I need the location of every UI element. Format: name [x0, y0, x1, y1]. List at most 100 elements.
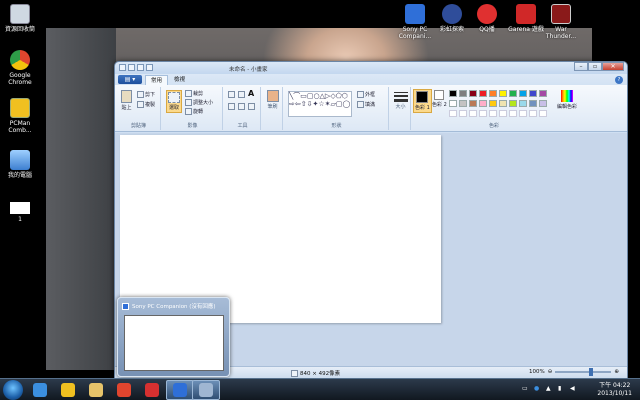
desktop-icon-qq-player[interactable]: QQ播 — [467, 4, 507, 33]
desktop-icon-garena[interactable]: Garena 遊戲 — [506, 4, 546, 33]
palette-swatch[interactable] — [459, 90, 467, 97]
palette-swatch[interactable] — [479, 90, 487, 97]
eraser-icon[interactable] — [228, 103, 235, 110]
taskbar-button[interactable] — [110, 380, 138, 400]
taskbar-thumbnail-preview[interactable]: Sony PC Companion (沒有回應) — [117, 297, 230, 377]
show-hidden-icons-icon[interactable]: ▲ — [546, 385, 551, 392]
copy-icon — [137, 101, 144, 108]
crop-icon — [185, 90, 192, 97]
palette-swatch[interactable] — [499, 90, 507, 97]
resize-button[interactable]: 調整大小 — [185, 99, 213, 106]
custom-color-slot[interactable] — [469, 110, 477, 117]
taskbar-button[interactable] — [192, 380, 220, 400]
desktop-icon-file[interactable]: 1 — [0, 202, 40, 223]
crop-button[interactable]: 裁剪 — [185, 90, 203, 97]
pencil-icon[interactable] — [228, 91, 235, 98]
palette-swatch[interactable] — [489, 90, 497, 97]
fill-icon[interactable] — [238, 91, 245, 98]
zoom-out-button[interactable]: ⊖ — [548, 369, 553, 375]
edit-colors-button[interactable]: 編輯色彩 — [557, 90, 577, 110]
tab-home[interactable]: 常用 — [145, 75, 169, 85]
title-bar[interactable]: 未命名 - 小畫家 – ▫ ✕ — [115, 62, 627, 74]
desktop-icon-sony[interactable]: Sony PC Compani... — [395, 4, 435, 40]
custom-color-slot[interactable] — [539, 110, 547, 117]
palette-swatch[interactable] — [519, 90, 527, 97]
taskbar-button[interactable] — [166, 380, 194, 400]
custom-color-slot[interactable] — [529, 110, 537, 117]
desktop-icon-recycle-bin[interactable]: 資源回收筒 — [0, 4, 40, 33]
zoom-slider-knob[interactable] — [589, 368, 594, 376]
palette-swatch[interactable] — [529, 100, 537, 107]
custom-color-slot[interactable] — [509, 110, 517, 117]
palette-swatch[interactable] — [449, 100, 457, 107]
desktop-icon-my-computer[interactable]: 我的電腦 — [0, 150, 40, 179]
fill-button[interactable]: 填滿 — [357, 101, 375, 108]
text-icon[interactable]: A — [248, 89, 254, 98]
desktop-icon-search-app[interactable]: 彩虹探索 — [432, 4, 472, 33]
tools-group: A 工具 — [225, 87, 261, 130]
maximize-button[interactable]: ▫ — [588, 62, 602, 71]
zoom-slider[interactable] — [555, 368, 612, 376]
resize-icon — [185, 99, 192, 106]
help-icon[interactable]: ? — [615, 76, 623, 84]
taskbar-button[interactable] — [54, 380, 82, 400]
zoom-in-button[interactable]: ⊕ — [614, 369, 619, 375]
color-picker-icon[interactable] — [238, 103, 245, 110]
rotate-button[interactable]: 旋轉 — [185, 108, 203, 115]
drawing-canvas[interactable] — [120, 135, 441, 323]
tab-view[interactable]: 檢視 — [169, 75, 190, 85]
help-tray-icon[interactable]: ● — [534, 385, 539, 392]
desktop-icon-label: Sony PC Compani... — [398, 26, 432, 40]
palette-swatch[interactable] — [529, 90, 537, 97]
palette-swatch[interactable] — [479, 100, 487, 107]
paste-button[interactable]: 貼上 — [121, 90, 132, 111]
taskbar-button[interactable] — [82, 380, 110, 400]
size-group[interactable]: 大小 — [391, 87, 411, 130]
minimize-button[interactable]: – — [574, 62, 588, 71]
save-icon[interactable] — [128, 64, 135, 71]
custom-color-slot[interactable] — [449, 110, 457, 117]
outline-button[interactable]: 外框 — [357, 91, 375, 98]
desktop-icon-chrome[interactable]: Google Chrome — [0, 50, 40, 86]
volume-icon[interactable]: ◀ — [570, 385, 575, 392]
network-icon[interactable]: ▮ — [558, 385, 561, 392]
undo-icon[interactable] — [137, 64, 144, 71]
cut-button[interactable]: 剪下 — [137, 91, 155, 98]
palette-swatch[interactable] — [459, 100, 467, 107]
magnifier-icon[interactable] — [248, 103, 255, 110]
keyboard-icon[interactable]: ▭ — [522, 385, 528, 392]
custom-color-slot[interactable] — [519, 110, 527, 117]
custom-color-slot[interactable] — [479, 110, 487, 117]
palette-swatch[interactable] — [469, 90, 477, 97]
clock[interactable]: 下午 04:22 2013/10/11 — [597, 382, 632, 398]
paste-icon — [121, 90, 132, 103]
file-menu-button[interactable]: ▤ ▾ — [118, 75, 142, 84]
desktop-icon-war-thunder[interactable]: War Thunder... — [541, 4, 581, 40]
taskbar-button[interactable] — [26, 380, 54, 400]
palette-swatch[interactable] — [509, 100, 517, 107]
taskbar-button[interactable] — [138, 380, 166, 400]
shapes-gallery[interactable]: ╲⌒▭▢○△▷◇⬠⬡ ⇨⇦⇧⇩✦☆✶▱▢◯ — [288, 91, 352, 117]
close-button[interactable]: ✕ — [602, 62, 624, 71]
desktop-icon-pcman[interactable]: PCMan Comb... — [0, 98, 40, 134]
palette-swatch[interactable] — [519, 100, 527, 107]
palette-swatch[interactable] — [539, 90, 547, 97]
palette-swatch[interactable] — [469, 100, 477, 107]
custom-color-slot[interactable] — [499, 110, 507, 117]
palette-swatch[interactable] — [489, 100, 497, 107]
custom-color-slot[interactable] — [459, 110, 467, 117]
palette-swatch[interactable] — [509, 90, 517, 97]
color2-button[interactable]: 色彩 2 — [432, 90, 447, 108]
colors-group: 色彩 1 色彩 2 編輯色彩 色彩 — [413, 87, 577, 130]
select-button[interactable]: 選取 — [166, 90, 182, 113]
palette-swatch[interactable] — [499, 100, 507, 107]
redo-icon[interactable] — [146, 64, 153, 71]
edit-colors-icon — [561, 90, 573, 102]
custom-color-slot[interactable] — [489, 110, 497, 117]
brushes-group[interactable]: 筆刷 — [263, 87, 283, 130]
palette-swatch[interactable] — [449, 90, 457, 97]
copy-button[interactable]: 複製 — [137, 101, 155, 108]
palette-swatch[interactable] — [539, 100, 547, 107]
start-button[interactable] — [3, 380, 23, 400]
color1-button[interactable]: 色彩 1 — [413, 89, 432, 113]
